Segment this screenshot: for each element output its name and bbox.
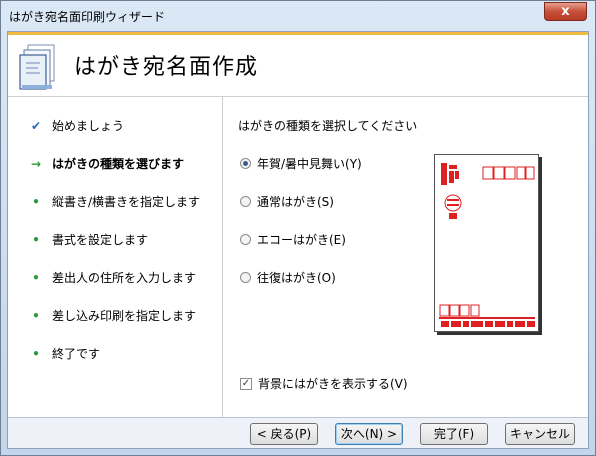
bullet-icon: • — [32, 347, 40, 361]
step-label: 差し込み印刷を指定します — [52, 309, 197, 323]
radio-new-year[interactable]: 年賀/暑中見舞い(Y) — [240, 155, 362, 172]
card-type-panel: はがきの種類を選択してください 年賀/暑中見舞い(Y) 通常はがき(S) エコー… — [230, 97, 588, 417]
wizard-header: はがき宛名面作成 — [8, 32, 588, 96]
button-bar: < 戻る(P) 次へ(N) > 完了(F) キャンセル — [8, 418, 588, 448]
close-button[interactable]: x — [544, 2, 587, 21]
question-label: はがきの種類を選択してください — [238, 119, 418, 133]
step-label: 書式を設定します — [52, 233, 149, 247]
radio-label: 年賀/暑中見舞い(Y) — [257, 157, 362, 171]
step-item-format: • 書式を設定します — [28, 231, 148, 249]
step-item-merge: • 差し込み印刷を指定します — [28, 307, 196, 325]
wizard-window: はがき宛名面印刷ウィザード x はがき宛名面作成 ✔ 始めましょう → はがきの… — [0, 0, 596, 456]
step-label: 差出人の住所を入力します — [52, 271, 197, 285]
title-bar[interactable]: はがき宛名面印刷ウィザード x — [1, 1, 595, 31]
step-item-orientation: • 縦書き/横書きを指定します — [28, 193, 200, 211]
postcard-preview — [434, 154, 539, 332]
bullet-icon: • — [32, 195, 40, 209]
bullet-icon: • — [32, 233, 40, 247]
step-label: はがきの種類を選びます — [52, 157, 185, 171]
next-button[interactable]: 次へ(N) > — [335, 423, 403, 445]
postcard-preview-art — [439, 163, 535, 327]
bullet-icon: • — [32, 271, 40, 285]
page-title: はがき宛名面作成 — [74, 55, 259, 80]
radio-button[interactable] — [240, 234, 251, 245]
arrow-right-icon: → — [30, 157, 42, 171]
step-item-card-type: → はがきの種類を選びます — [28, 155, 184, 173]
wizard-body: ✔ 始めましょう → はがきの種類を選びます • 縦書き/横書きを指定します • 書式を… — [8, 97, 588, 417]
finish-button[interactable]: 完了(F) — [420, 423, 488, 445]
postcard-document-icon — [19, 44, 55, 90]
radio-echo[interactable]: エコーはがき(E) — [240, 231, 346, 248]
panel-divider — [222, 97, 223, 417]
cancel-button[interactable]: キャンセル — [505, 423, 575, 445]
step-item-finish: • 終了です — [28, 345, 100, 363]
checkbox-label: 背景にはがきを表示する(V) — [258, 377, 408, 391]
radio-regular[interactable]: 通常はがき(S) — [240, 193, 334, 210]
radio-label: 通常はがき(S) — [257, 195, 334, 209]
step-item-start: ✔ 始めましょう — [28, 117, 124, 135]
step-list: ✔ 始めましょう → はがきの種類を選びます • 縦書き/横書きを指定します • 書式を… — [8, 97, 222, 417]
back-button[interactable]: < 戻る(P) — [250, 423, 318, 445]
radio-label: エコーはがき(E) — [257, 233, 346, 247]
checkmark-icon: ✔ — [30, 119, 42, 133]
radio-button[interactable] — [240, 196, 251, 207]
bullet-icon: • — [32, 309, 40, 323]
radio-reply[interactable]: 往復はがき(O) — [240, 269, 336, 286]
window-title: はがき宛名面印刷ウィザード — [9, 10, 166, 24]
radio-button[interactable] — [240, 158, 251, 169]
radio-button[interactable] — [240, 272, 251, 283]
step-label: 縦書き/横書きを指定します — [52, 195, 201, 209]
radio-label: 往復はがき(O) — [257, 271, 336, 285]
checkbox[interactable]: ✓ — [240, 377, 252, 390]
step-item-sender: • 差出人の住所を入力します — [28, 269, 196, 287]
show-background-toggle[interactable]: ✓ 背景にはがきを表示する(V) — [240, 375, 408, 392]
step-label: 終了です — [52, 347, 101, 361]
wizard-client-area: はがき宛名面作成 ✔ 始めましょう → はがきの種類を選びます • 縦書き/横書きを指… — [7, 31, 589, 449]
step-label: 始めましょう — [52, 119, 125, 133]
